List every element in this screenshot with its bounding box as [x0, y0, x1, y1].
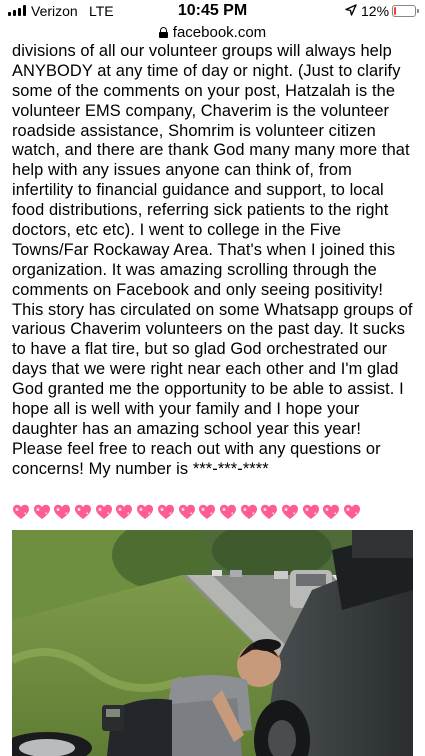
post-text-line: comments on Facebook and only seeing pos… — [12, 280, 384, 299]
post-text-line: God granted me the opportunity to be abl… — [12, 380, 404, 399]
lock-icon — [158, 26, 168, 38]
url-bar[interactable]: facebook.com — [0, 22, 425, 42]
sparkling-heart-icon — [95, 503, 113, 521]
sparkling-heart-icon — [12, 503, 30, 521]
sparkling-heart-icon — [53, 503, 71, 521]
sparkling-heart-icon — [219, 503, 237, 521]
url-domain: facebook.com — [172, 23, 267, 41]
sparkling-heart-icon — [240, 503, 258, 521]
post-photo[interactable] — [12, 530, 413, 756]
sparkling-heart-icon — [157, 503, 175, 521]
sparkling-heart-icon — [322, 503, 340, 521]
sparkling-heart-icon — [136, 503, 154, 521]
battery-tip — [417, 9, 419, 13]
post-text-line: This story has circulated on some Whatsa… — [12, 300, 413, 319]
post-text-line: concerns! My number is ***-***-**** — [12, 459, 269, 478]
sparkling-heart-icon — [343, 503, 361, 521]
sparkling-heart-icon — [33, 503, 51, 521]
post-text-line: doctors, etc etc). I went to college in … — [12, 221, 342, 240]
emoji-row — [12, 503, 361, 521]
sparkling-heart-icon — [115, 503, 133, 521]
battery-percent: 12% — [361, 3, 390, 19]
sparkling-heart-icon — [198, 503, 216, 521]
post-text-line: volunteer EMS company, Chaverim is the v… — [12, 101, 390, 120]
post-photo-man-changing-tire — [12, 530, 413, 756]
post-text-line: some of the comments on your post, Hatza… — [12, 81, 396, 100]
post-text-line: ANYBODY at any time of day or night. (Ju… — [12, 61, 401, 80]
post-text-line: days that we were right near each other … — [12, 360, 399, 379]
location-arrow-icon — [345, 4, 357, 16]
sparkling-heart-icon — [281, 503, 299, 521]
sparkling-heart-icon — [74, 503, 92, 521]
post-text-line: hope all is well with your family and I … — [12, 400, 360, 419]
sparkling-heart-icon — [178, 503, 196, 521]
post-text-line: various Chaverim volunteers on the past … — [12, 320, 406, 339]
post-text-line: organization. It was amazing scrolling t… — [12, 260, 377, 279]
post-text-line: daughter has an amazing school year this… — [12, 419, 362, 438]
post-text-line: infertility to financial guidance and su… — [12, 181, 384, 200]
post-text-line: to have a flat tire, but so glad God orc… — [12, 340, 388, 359]
post-text-line: Towns/Far Rockaway Area. That's when I j… — [12, 240, 396, 259]
sparkling-heart-icon — [260, 503, 278, 521]
battery-icon — [392, 5, 416, 17]
status-bar: Verizon LTE 10:45 PM 12% — [0, 0, 425, 24]
battery-level-fill — [394, 7, 396, 15]
post-text-line: roadside assistance, Shomrim is voluntee… — [12, 121, 376, 140]
post-text-line: Please feel free to reach out with any q… — [12, 439, 381, 458]
post-text-line: divisions of all our volunteer groups wi… — [12, 42, 392, 60]
sparkling-heart-icon — [302, 503, 320, 521]
post-text-line: watch, and there are thank God many many… — [12, 141, 410, 160]
post-text-line: help with any issues anyone can think of… — [12, 161, 352, 180]
post-body-text: divisions of all our volunteer groups wi… — [12, 42, 424, 480]
post-text-line: food distributions, referring sick patie… — [12, 201, 389, 220]
